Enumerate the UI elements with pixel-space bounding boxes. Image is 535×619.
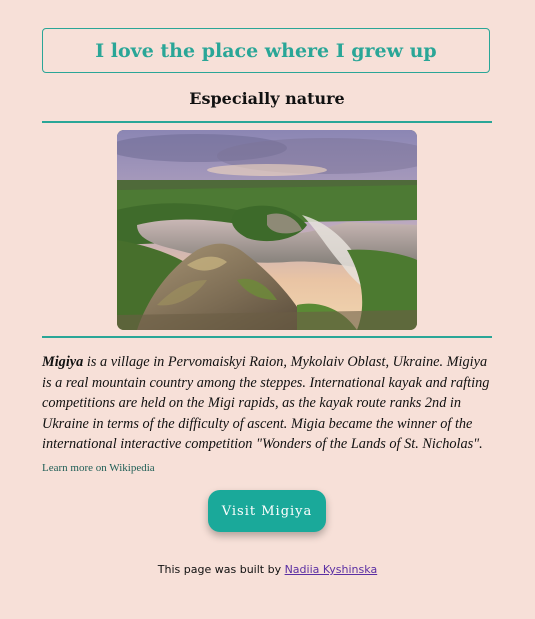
- divider-bottom: [42, 336, 492, 338]
- landscape-photo: [117, 130, 417, 330]
- visit-migiya-button[interactable]: Visit Migiya: [208, 490, 326, 532]
- village-description: Migiya is a village in Pervomaiskyi Raio…: [42, 352, 492, 455]
- wikipedia-link[interactable]: Learn more on Wikipedia: [42, 462, 155, 474]
- footer-prefix: This page was built by: [157, 563, 285, 576]
- divider-top: [42, 121, 492, 123]
- village-name: Migiya: [42, 354, 84, 370]
- footer-credit: This page was built by Nadiia Kyshinska: [0, 563, 535, 576]
- author-link[interactable]: Nadiia Kyshinska: [285, 563, 378, 576]
- page-title: I love the place where I grew up: [95, 39, 437, 62]
- page-title-box: I love the place where I grew up: [42, 28, 490, 73]
- page-subtitle: Especially nature: [189, 89, 345, 108]
- description-text: is a village in Pervomaiskyi Raion, Myko…: [42, 354, 490, 452]
